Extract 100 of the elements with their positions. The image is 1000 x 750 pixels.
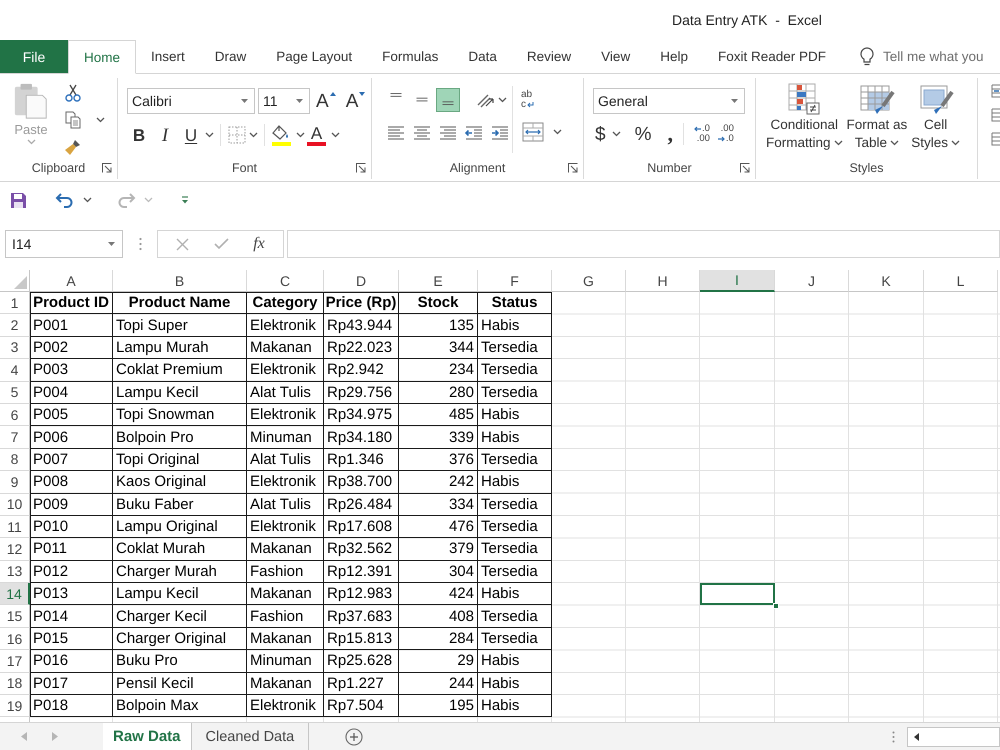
caret-icon[interactable] [83, 197, 92, 203]
paintbrush-icon[interactable] [64, 138, 82, 156]
row-header[interactable]: 6 [0, 404, 30, 426]
dialog-launcher-icon[interactable] [740, 163, 750, 173]
column-header[interactable]: G [552, 270, 626, 292]
cell-styles-button[interactable]: Cell Styles [911, 82, 960, 152]
horizontal-scrollbar[interactable] [907, 726, 1000, 746]
caret-icon[interactable] [96, 117, 105, 123]
ribbon-tab[interactable]: Home [68, 40, 136, 74]
wrap-text-button[interactable]: ab c [521, 88, 543, 112]
increase-decimal-button[interactable]: .0 .00 [692, 124, 712, 144]
dialog-launcher-icon[interactable] [356, 163, 366, 173]
ribbon-tab[interactable]: Review [512, 40, 586, 73]
row-header[interactable]: 2 [0, 314, 30, 337]
percent-button[interactable]: % [632, 124, 654, 144]
row-header[interactable]: 5 [0, 382, 30, 404]
ribbon-tab[interactable]: View [586, 40, 646, 73]
format-as-table-button[interactable]: Format as Table [846, 82, 908, 152]
row-header[interactable]: 12 [0, 538, 30, 561]
dialog-launcher-icon[interactable] [102, 163, 112, 173]
row-header[interactable]: 3 [0, 336, 30, 360]
scissors-icon[interactable] [64, 84, 82, 102]
save-icon[interactable] [10, 192, 27, 208]
ribbon-tab[interactable]: Formulas [367, 40, 454, 73]
row-header[interactable]: 14 [0, 583, 30, 606]
insert-function-button[interactable]: fx [253, 235, 265, 253]
dialog-launcher-icon[interactable] [568, 163, 578, 173]
ribbon-tab[interactable]: Data [453, 40, 512, 73]
caret-icon[interactable] [249, 132, 258, 138]
italic-button[interactable]: I [153, 123, 177, 147]
conditional-formatting-button[interactable]: Conditional Formatting [766, 82, 843, 152]
name-box[interactable]: I14 [5, 230, 123, 258]
paint-bucket-icon[interactable] [271, 124, 291, 140]
table-grid-icon[interactable] [991, 108, 1000, 122]
shrink-font-button[interactable]: A [342, 92, 368, 110]
left-triangle-icon[interactable] [914, 732, 919, 740]
font-color-button[interactable]: A [307, 124, 326, 146]
conditional-formatting-icon[interactable] [787, 82, 822, 116]
undo-icon[interactable] [55, 192, 75, 208]
add-sheet-icon[interactable] [345, 728, 364, 746]
caret-icon[interactable] [296, 132, 305, 138]
ribbon-tab[interactable]: Draw [200, 40, 262, 73]
customize-icon[interactable] [181, 196, 189, 204]
column-header[interactable]: K [849, 270, 924, 292]
column-header[interactable]: A [30, 270, 113, 292]
caret-icon[interactable] [834, 140, 843, 146]
ribbon-tab[interactable]: Foxit Reader PDF [702, 40, 842, 73]
grow-font-button[interactable]: A [313, 92, 339, 110]
row-header[interactable]: 19 [0, 695, 30, 718]
row-header[interactable]: 17 [0, 650, 30, 673]
caret-icon[interactable] [612, 131, 621, 137]
bold-button[interactable]: B [127, 123, 151, 147]
file-tab[interactable]: File [0, 40, 68, 73]
align-bottom-icon[interactable] [436, 88, 460, 112]
column-header[interactable]: E [399, 270, 478, 292]
row-header[interactable]: 10 [0, 494, 30, 516]
row-header[interactable]: 4 [0, 359, 30, 382]
ribbon-tab[interactable]: Page Layout [261, 40, 368, 73]
column-header[interactable]: I [700, 270, 775, 292]
font-name-dropdown[interactable]: Calibri [127, 88, 255, 114]
ribbon-tab[interactable]: Help [645, 40, 703, 73]
table-grid-icon[interactable] [991, 84, 1000, 98]
caret-icon[interactable] [205, 132, 214, 138]
caret-icon[interactable] [498, 97, 507, 103]
row-header[interactable]: 13 [0, 560, 30, 584]
ribbon-tab[interactable]: Insert [136, 40, 200, 73]
row-header[interactable]: 1 [0, 292, 30, 314]
decrease-decimal-button[interactable]: .00 .0 [716, 124, 736, 144]
fill-handle[interactable] [773, 603, 779, 610]
sheet-tab[interactable]: Cleaned Data [192, 723, 310, 750]
column-header[interactable]: F [478, 270, 552, 292]
comma-style-button[interactable]: , [665, 123, 675, 145]
table-grid-icon[interactable] [991, 132, 1000, 146]
caret-icon[interactable] [553, 129, 562, 135]
copy-icon[interactable] [64, 111, 82, 129]
row-header[interactable]: 8 [0, 448, 30, 472]
column-header[interactable]: B [113, 270, 247, 292]
checkmark-icon[interactable] [214, 238, 229, 250]
merge-cells-icon[interactable] [521, 121, 545, 143]
row-header[interactable]: 7 [0, 426, 30, 449]
column-header[interactable]: L [924, 270, 998, 292]
number-format-dropdown[interactable]: General [593, 88, 745, 114]
row-header[interactable]: 9 [0, 471, 30, 494]
caret-icon[interactable] [331, 132, 340, 138]
column-header[interactable]: C [247, 270, 324, 292]
font-size-dropdown[interactable]: 11 [258, 88, 310, 114]
formula-input-field[interactable] [287, 230, 1000, 258]
lightbulb-icon[interactable] [860, 46, 874, 66]
column-header[interactable]: D [324, 270, 399, 292]
caret-icon[interactable] [890, 140, 900, 146]
sheet-tab[interactable]: Raw Data [103, 723, 192, 750]
column-header[interactable]: J [775, 270, 849, 292]
row-header[interactable]: 16 [0, 628, 30, 650]
tell-me-search-field[interactable]: Tell me what you [883, 49, 993, 64]
column-header[interactable]: H [626, 270, 700, 292]
caret-icon[interactable] [951, 140, 960, 146]
underline-button[interactable]: U [179, 123, 203, 147]
row-header[interactable]: 11 [0, 516, 30, 538]
row-header[interactable]: 18 [0, 672, 30, 696]
currency-button[interactable]: $ [593, 124, 608, 144]
